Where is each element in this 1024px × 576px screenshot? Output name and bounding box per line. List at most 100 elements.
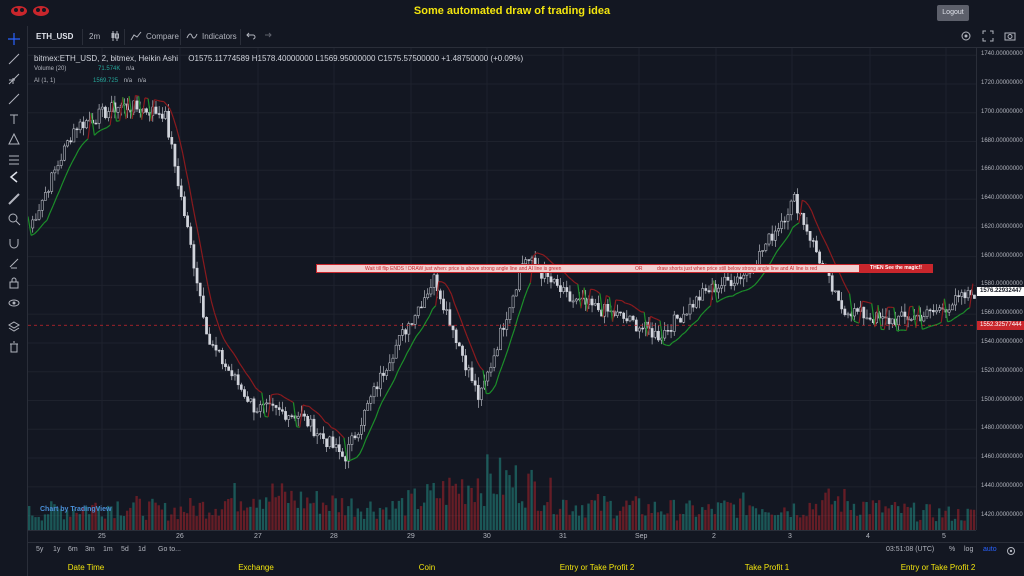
candle-body	[401, 329, 404, 336]
ai-line-segment	[441, 281, 446, 285]
lock-drawing-icon[interactable]	[7, 256, 21, 270]
volume-study-label[interactable]: Volume (20)	[34, 66, 66, 72]
ai-line-segment	[220, 331, 225, 340]
range-1y[interactable]: 1y	[53, 546, 60, 553]
indicators-icon[interactable]	[186, 31, 198, 41]
ai-line-segment	[539, 253, 544, 256]
volume-bar	[587, 503, 590, 530]
range-5d[interactable]: 5d	[121, 546, 129, 553]
ai-line-segment	[416, 331, 421, 337]
settings-icon[interactable]	[960, 30, 972, 42]
brush-icon[interactable]	[7, 92, 21, 106]
volume-bar	[675, 520, 679, 530]
range-6m[interactable]: 6m	[68, 546, 78, 553]
chart-canvas[interactable]	[28, 48, 976, 530]
range-1d[interactable]: 1d	[138, 546, 146, 553]
percent-toggle[interactable]: %	[949, 546, 955, 553]
volume-bar	[283, 491, 287, 530]
ai-line-segment	[413, 335, 418, 342]
price-tick: 1660.00000000	[981, 166, 1023, 173]
redo-icon[interactable]	[262, 31, 272, 41]
volume-bar	[464, 504, 467, 530]
indicators-button[interactable]: Indicators	[202, 32, 237, 41]
volume-bar	[748, 505, 751, 530]
candle-body	[363, 410, 366, 426]
candle-body	[802, 213, 806, 225]
volume-bar	[381, 509, 385, 530]
volume-bar	[811, 509, 815, 530]
magic-label[interactable]: THEN See the magic!!	[859, 264, 933, 273]
settings-icon[interactable]	[1006, 546, 1016, 556]
fib-icon[interactable]	[7, 72, 21, 86]
prediction-icon[interactable]	[7, 152, 21, 166]
undo-icon[interactable]	[246, 31, 256, 41]
price-axis[interactable]: 1740.00000000 1720.00000000 1700.00000000 1…	[976, 48, 1024, 530]
series-title[interactable]: bitmex:ETH_USD, 2, bitmex, Heikin Ashi	[34, 54, 178, 63]
time-tick: 26	[176, 533, 184, 540]
candle-body	[473, 380, 477, 386]
arrow-left-icon[interactable]	[7, 170, 21, 184]
trend-line-icon[interactable]	[7, 52, 21, 66]
auto-toggle[interactable]: auto	[983, 546, 997, 553]
candle-body	[145, 108, 148, 113]
ai-line-segment	[792, 224, 797, 228]
pattern-icon[interactable]	[7, 132, 21, 146]
symbol-search[interactable]: ETH_USD	[36, 32, 73, 41]
range-1m[interactable]: 1m	[103, 546, 113, 553]
candle-body	[657, 330, 660, 341]
ai-line-segment	[308, 405, 313, 410]
candle-body	[679, 318, 682, 323]
volume-bar	[113, 518, 116, 530]
volume-bar	[663, 514, 666, 530]
trash-icon[interactable]	[7, 340, 21, 354]
goto-button[interactable]: Go to...	[158, 546, 181, 553]
trading-idea-drawing[interactable]: Wait till flip ENDS ! DRAW just when: pr…	[316, 264, 883, 273]
ai-line-segment	[640, 311, 645, 313]
fullscreen-icon[interactable]	[982, 30, 994, 42]
ai-line-segment	[473, 352, 478, 361]
price-chart[interactable]: bitmex:ETH_USD, 2, bitmex, Heikin Ashi O…	[28, 48, 976, 530]
layers-icon[interactable]	[7, 320, 21, 334]
ai-line-segment	[428, 308, 434, 317]
text-icon[interactable]	[7, 112, 21, 126]
volume-bar	[448, 477, 451, 530]
top-bar: Some automated draw of trading idea Logo…	[0, 0, 1024, 24]
camera-icon[interactable]	[1004, 30, 1016, 42]
candle-body	[736, 276, 739, 284]
candle-body	[805, 224, 809, 232]
clock[interactable]: 03:51:08 (UTC)	[886, 546, 934, 553]
zoom-icon[interactable]	[7, 212, 21, 226]
time-axis[interactable]: 25 26 27 28 29 30 31 Sep 2 3 4 5	[28, 530, 976, 542]
ai-line-segment	[517, 308, 522, 318]
eye-icon[interactable]	[7, 296, 21, 310]
tradingview-watermark[interactable]: Chart by TradingView	[40, 506, 111, 513]
compare-button[interactable]: Compare	[146, 32, 179, 41]
candle-body	[935, 310, 938, 313]
volume-bar	[508, 475, 511, 530]
magnet-icon[interactable]	[7, 236, 21, 250]
price-tick: 1480.00000000	[981, 425, 1023, 432]
crosshair-icon[interactable]	[7, 32, 21, 46]
range-3m[interactable]: 3m	[85, 546, 95, 553]
volume-bar	[893, 502, 897, 530]
log-toggle[interactable]: log	[964, 546, 973, 553]
lock-icon[interactable]	[7, 276, 21, 290]
range-5y[interactable]: 5y	[36, 546, 43, 553]
ai-study-label[interactable]: AI (1, 1)	[34, 78, 55, 84]
candle-body	[631, 315, 635, 321]
ai-line-segment	[236, 357, 241, 364]
candle-style-icon[interactable]	[110, 30, 120, 42]
ai-line-segment	[631, 304, 636, 308]
ai-line-segment	[191, 203, 197, 221]
candle-body	[378, 372, 382, 390]
volume-bar	[783, 507, 786, 530]
ai-line-segment	[681, 331, 686, 336]
volume-bar	[795, 515, 799, 530]
ruler-icon[interactable]	[7, 192, 21, 206]
volume-bar	[28, 506, 31, 530]
logout-button[interactable]: Logout	[937, 5, 969, 21]
interval-selector[interactable]: 2m	[89, 32, 100, 41]
compare-icon[interactable]	[130, 31, 142, 41]
volume-bar	[786, 511, 789, 530]
candle-body	[900, 311, 904, 317]
